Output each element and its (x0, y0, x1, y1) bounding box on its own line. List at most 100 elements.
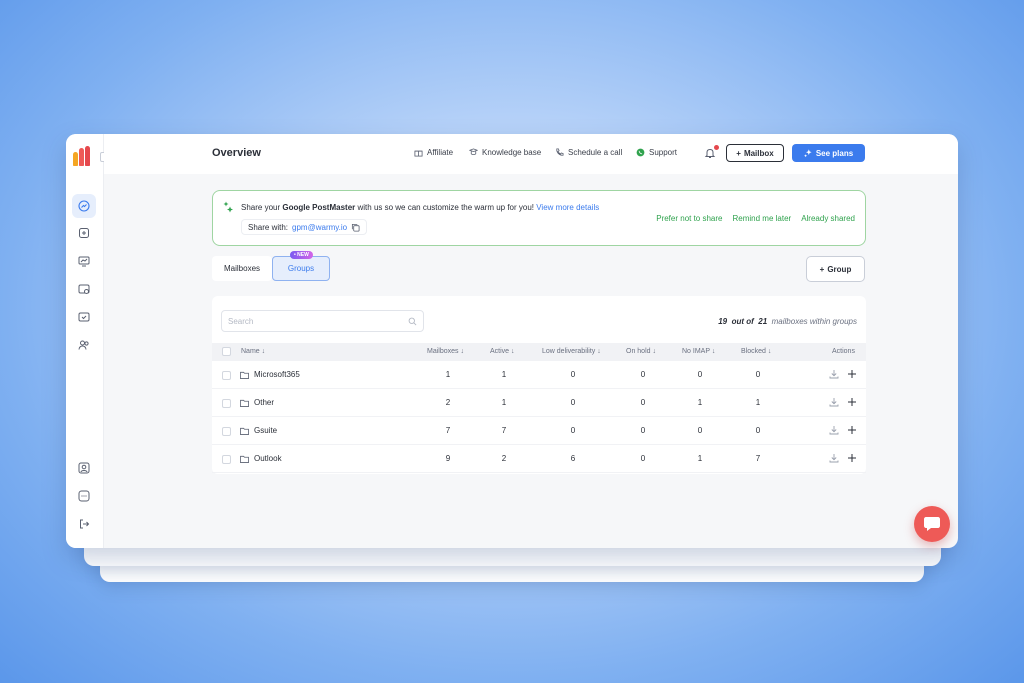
table-header: Name ↓ Mailboxes ↓ Active ↓ Low delivera… (212, 343, 866, 361)
table-row[interactable]: Gsuite 7 7 0 0 0 0 (212, 417, 866, 445)
search-input[interactable] (222, 311, 402, 332)
sidebar-item-profile[interactable] (72, 456, 96, 480)
folder-icon (240, 399, 249, 407)
column-blocked[interactable]: Blocked ↓ (741, 348, 771, 355)
notifications-button[interactable] (704, 145, 719, 160)
tab-mailboxes-label: Mailboxes (224, 264, 261, 273)
sparkle-icon (223, 201, 233, 213)
cell-blocked: 0 (755, 426, 761, 435)
folder-icon (240, 455, 249, 463)
cell-group-name[interactable]: Outlook (254, 454, 282, 463)
table-row[interactable]: Other 2 1 0 0 1 1 (212, 389, 866, 417)
download-icon[interactable] (829, 453, 839, 463)
download-icon[interactable] (829, 397, 839, 407)
dashboard-icon (78, 200, 90, 212)
cell-group-name[interactable]: Microsoft365 (254, 370, 300, 379)
folder-icon (240, 371, 249, 379)
cell-mailboxes: 1 (445, 370, 451, 379)
search-field (221, 310, 424, 332)
cell-mailboxes: 7 (445, 426, 451, 435)
affiliate-link[interactable]: Affiliate (414, 148, 453, 157)
cell-group-name[interactable]: Other (254, 398, 274, 407)
see-plans-button[interactable]: See plans (792, 144, 865, 162)
support-link[interactable]: Support (636, 148, 677, 157)
schedule-call-link[interactable]: Schedule a call (555, 148, 622, 157)
page-title: Overview (212, 147, 261, 159)
download-icon[interactable] (829, 425, 839, 435)
row-checkbox[interactable] (222, 399, 231, 408)
cell-no-imap: 1 (697, 454, 703, 463)
sidebar-item-more[interactable] (72, 484, 96, 508)
top-bar: Overview Affiliate Knowledge base Schedu… (104, 134, 958, 174)
add-group-button[interactable]: + Group (806, 256, 865, 282)
tab-groups[interactable]: • NEW Groups (272, 251, 330, 281)
already-shared-button[interactable]: Already shared (801, 214, 855, 223)
sidebar-item-add-mailbox[interactable] (72, 221, 96, 245)
sidebar-item-users[interactable] (72, 333, 96, 357)
column-low-deliverability[interactable]: Low deliverability ↓ (542, 348, 601, 355)
add-to-group-icon[interactable] (847, 369, 857, 379)
column-name[interactable]: Name ↓ (241, 348, 265, 355)
view-more-details-link[interactable]: View more details (536, 203, 599, 212)
column-mailboxes[interactable]: Mailboxes ↓ (427, 348, 464, 355)
banner-actions: Prefer not to share Remind me later Alre… (656, 214, 855, 223)
sidebar-item-mail-check[interactable] (72, 305, 96, 329)
column-no-imap[interactable]: No IMAP ↓ (682, 348, 715, 355)
tab-mailboxes[interactable]: Mailboxes (212, 256, 272, 281)
notification-badge (714, 145, 719, 150)
row-checkbox[interactable] (222, 371, 231, 380)
copy-icon[interactable] (351, 223, 360, 232)
chat-button[interactable] (914, 506, 950, 542)
warmy-logo (73, 146, 95, 166)
plus-icon: + (736, 148, 741, 158)
banner-text-after: with us so we can customize the warm up … (355, 203, 537, 212)
sidebar (66, 134, 108, 548)
prefer-not-to-share-button[interactable]: Prefer not to share (656, 214, 722, 223)
affiliate-label: Affiliate (427, 148, 454, 157)
table-row[interactable]: Microsoft365 1 1 0 0 0 0 (212, 361, 866, 389)
cell-on-hold: 0 (640, 454, 646, 463)
column-on-hold[interactable]: On hold ↓ (626, 348, 656, 355)
cell-blocked: 7 (755, 454, 761, 463)
add-to-group-icon[interactable] (847, 397, 857, 407)
cell-active: 7 (501, 426, 507, 435)
remind-me-later-button[interactable]: Remind me later (733, 214, 792, 223)
share-email: gpm@warmy.io (292, 222, 348, 232)
add-to-group-icon[interactable] (847, 425, 857, 435)
row-checkbox[interactable] (222, 455, 231, 464)
whatsapp-icon (636, 148, 645, 157)
cell-low-deliverability: 6 (570, 454, 576, 463)
share-with-box: Share with: gpm@warmy.io (241, 219, 368, 235)
cell-blocked: 1 (755, 398, 761, 407)
app-window: Overview Affiliate Knowledge base Schedu… (66, 134, 958, 548)
knowledge-base-link[interactable]: Knowledge base (469, 148, 541, 157)
search-icon (408, 317, 417, 326)
sidebar-item-mail-settings[interactable] (72, 277, 96, 301)
knowledge-base-label: Knowledge base (482, 148, 542, 157)
more-icon (78, 490, 90, 502)
cell-group-name[interactable]: Gsuite (254, 426, 277, 435)
download-icon[interactable] (829, 369, 839, 379)
row-checkbox[interactable] (222, 427, 231, 436)
sidebar-item-analytics[interactable] (72, 249, 96, 273)
view-tabs: Mailboxes • NEW Groups (212, 251, 330, 281)
phone-icon (556, 148, 564, 156)
add-mailbox-button[interactable]: + Mailbox (726, 144, 784, 162)
banner-message: Share your Google PostMaster with us so … (241, 203, 599, 212)
sidebar-item-dashboard[interactable] (72, 194, 96, 218)
sidebar-item-logout[interactable] (72, 512, 96, 536)
add-mailbox-icon (79, 228, 89, 238)
see-plans-label: See plans (815, 148, 854, 158)
table-row[interactable]: Outlook 9 2 6 0 1 7 (212, 445, 866, 473)
postmaster-banner: Share your Google PostMaster with us so … (212, 190, 866, 246)
column-active[interactable]: Active ↓ (490, 348, 515, 355)
gift-icon (414, 150, 423, 157)
new-badge: • NEW (290, 251, 313, 259)
summary-of: out of (731, 317, 754, 326)
add-to-group-icon[interactable] (847, 453, 857, 463)
select-all-checkbox[interactable] (222, 347, 231, 356)
cell-on-hold: 0 (640, 370, 646, 379)
sparkle-icon (803, 149, 812, 157)
cell-low-deliverability: 0 (570, 398, 576, 407)
schedule-call-label: Schedule a call (568, 148, 623, 157)
